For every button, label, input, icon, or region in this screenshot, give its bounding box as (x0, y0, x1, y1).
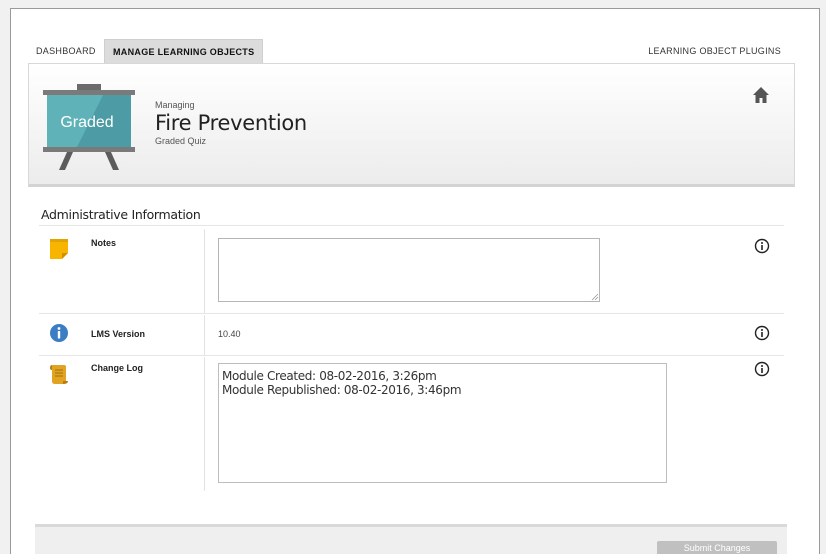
lms-version-value: 10.40 (218, 329, 241, 339)
divider (39, 355, 784, 356)
change-log-label: Change Log (91, 363, 143, 373)
tab-dashboard[interactable]: DASHBOARD (28, 39, 104, 63)
object-heading: Managing Fire Prevention Graded Quiz (155, 100, 307, 146)
info-circle-icon (50, 324, 68, 342)
graded-badge-text: Graded (60, 114, 113, 131)
app-frame: DASHBOARD MANAGE LEARNING OBJECTS LEARNI… (10, 8, 820, 554)
section-title: Administrative Information (41, 207, 201, 222)
divider (39, 225, 784, 226)
lms-info-icon[interactable] (754, 325, 770, 341)
sticky-note-icon (50, 239, 68, 259)
scroll-icon (50, 365, 68, 384)
submit-changes-button[interactable]: Submit Changes (657, 541, 777, 554)
change-log-textarea[interactable]: Module Created: 08-02-2016, 3:26pm Modul… (218, 363, 667, 483)
top-nav: DASHBOARD MANAGE LEARNING OBJECTS LEARNI… (11, 39, 819, 63)
notes-info-icon[interactable] (754, 238, 770, 254)
change-log-line: Module Republished: 08-02-2016, 3:46pm (222, 383, 462, 397)
object-title: Fire Prevention (155, 111, 307, 135)
change-log-line: Module Created: 08-02-2016, 3:26pm (222, 369, 437, 383)
managing-label: Managing (155, 100, 195, 110)
column-divider (204, 229, 205, 313)
resize-grip-icon[interactable] (591, 293, 599, 301)
lms-version-label: LMS Version (91, 329, 146, 339)
notes-input[interactable] (218, 238, 600, 302)
home-icon[interactable] (752, 86, 770, 104)
graded-easel-icon: Graded (43, 84, 135, 170)
object-header: Graded Managing Fire Prevention Graded Q… (28, 63, 795, 187)
tab-manage-learning-objects[interactable]: MANAGE LEARNING OBJECTS (104, 39, 264, 63)
object-type: Graded Quiz (155, 136, 207, 146)
change-log-info-icon[interactable] (754, 361, 770, 377)
tab-learning-object-plugins[interactable]: LEARNING OBJECT PLUGINS (640, 39, 789, 63)
column-divider (204, 315, 205, 355)
divider (39, 313, 784, 314)
notes-label: Notes (91, 238, 117, 248)
column-divider (204, 357, 205, 491)
